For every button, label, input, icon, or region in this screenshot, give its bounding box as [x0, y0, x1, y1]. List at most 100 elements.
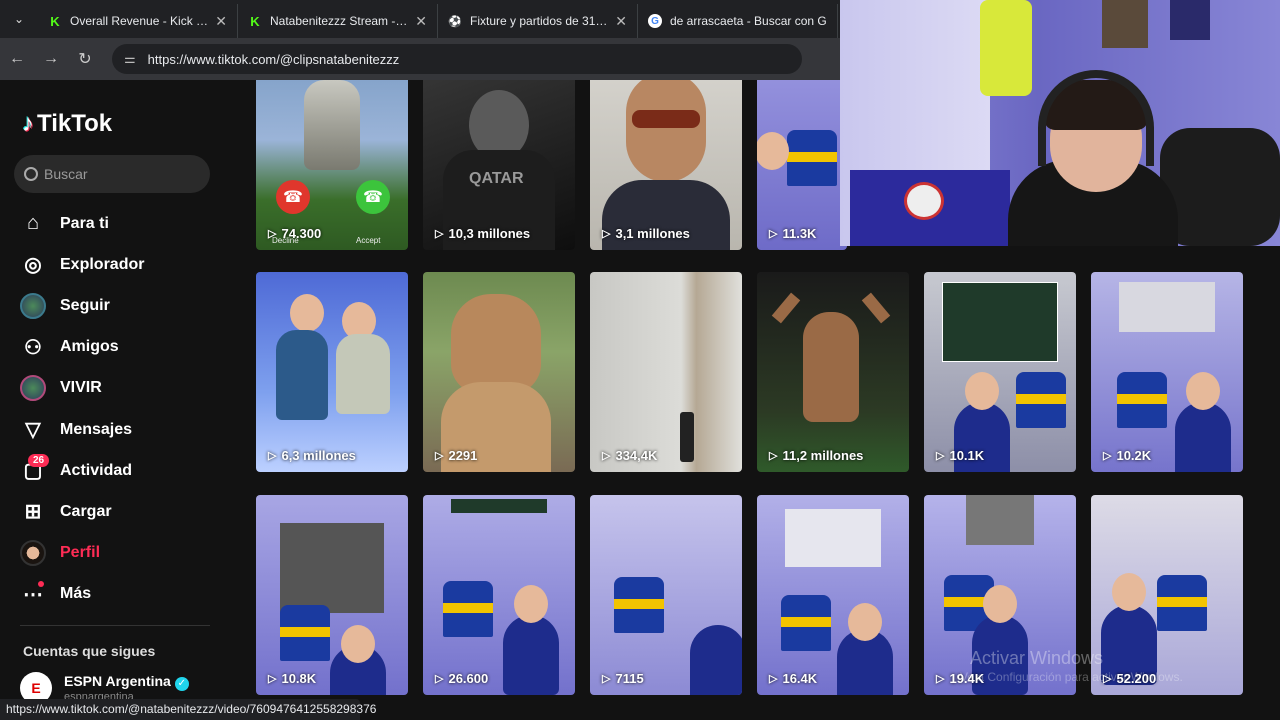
activity-badge: 26	[28, 453, 50, 467]
accept-call-icon: ☎	[356, 180, 390, 214]
view-count: ▷ 11,2 millones	[769, 448, 864, 463]
hanging-jersey	[980, 0, 1032, 96]
view-count: ▷ 10.2K	[1103, 448, 1152, 463]
play-icon: ▷	[936, 450, 945, 462]
compass-icon: ◎	[24, 254, 42, 277]
search-placeholder: Buscar	[44, 166, 88, 182]
tab-title: Fixture y partidos de 31-03-	[470, 14, 610, 28]
sidebar-item-vivir[interactable]: VIVIR	[18, 368, 228, 409]
play-icon: ▷	[936, 673, 945, 685]
play-icon: ▷	[602, 673, 611, 685]
video-card[interactable]: ▷ 10.1K	[924, 272, 1076, 472]
tab-search-menu-button[interactable]: ⌄	[0, 0, 38, 38]
sidebar-item-seguir[interactable]: Seguir	[18, 285, 228, 326]
dog-head	[451, 294, 541, 394]
sidebar-item-label: Más	[60, 585, 92, 603]
windows-watermark-title: Activar Windows	[970, 648, 1104, 668]
video-card[interactable]: ▷ 11.3K	[757, 80, 847, 250]
person-jacket	[276, 330, 328, 420]
following-header: Cuentas que sigues	[23, 643, 156, 659]
trophy-image	[304, 80, 360, 170]
profile-avatar-icon	[18, 538, 48, 568]
sidebar-item-perfil[interactable]: Perfil	[18, 533, 228, 574]
browser-tab-0[interactable]: K Overall Revenue - Kick Dash ✕	[38, 4, 238, 38]
sidebar-item-amigos[interactable]: ⚇ Amigos	[18, 327, 228, 368]
gaming-chair	[1160, 128, 1280, 246]
sidebar-item-label: Actividad	[60, 461, 133, 479]
video-card[interactable]: ▷ 52.200	[1091, 495, 1243, 695]
close-tab-icon[interactable]: ✕	[615, 13, 627, 30]
player-photo	[280, 523, 384, 613]
reload-icon[interactable]: ↻	[68, 49, 102, 69]
play-icon: ▷	[435, 228, 444, 240]
sidebar-item-para-ti[interactable]: ⌂ Para ti	[18, 203, 228, 244]
following-avatar-icon	[18, 291, 48, 321]
play-icon: ▷	[268, 228, 277, 240]
browser-tab-1[interactable]: K Natabenitezzz Stream - Wat ✕	[238, 4, 438, 38]
video-card[interactable]: ▷ 11,2 millones	[757, 272, 909, 472]
search-icon	[24, 167, 38, 181]
forward-arrow-icon[interactable]: →	[34, 50, 68, 68]
activity-icon: ▢ 26	[18, 453, 50, 486]
wall-frame	[1102, 0, 1148, 48]
play-icon: ▷	[769, 673, 778, 685]
google-favicon-icon: G	[648, 14, 662, 28]
upload-icon: ⊞	[24, 501, 42, 524]
search-input[interactable]: Buscar	[14, 155, 210, 193]
webcam-overlay	[840, 0, 1280, 246]
browser-tab-3[interactable]: G de arrascaeta - Buscar con G	[638, 4, 838, 38]
back-arrow-icon[interactable]: ←	[0, 50, 34, 68]
play-icon: ▷	[602, 228, 611, 240]
sidebar-item-explorador[interactable]: ◎ Explorador	[18, 244, 228, 285]
kick-favicon-icon: K	[50, 13, 60, 29]
sunglasses	[632, 110, 700, 128]
play-icon: ▷	[268, 673, 277, 685]
tiktok-sidebar: ♪ TikTok Buscar ⌂ Para ti ◎ Explorador S…	[0, 80, 240, 720]
kick-favicon-icon: K	[250, 13, 260, 29]
sidebar-item-cargar[interactable]: ⊞ Cargar	[18, 491, 228, 532]
play-icon: ▷	[268, 450, 277, 462]
view-count: ▷ 74.300	[268, 226, 322, 241]
site-settings-icon[interactable]: ⚌	[124, 51, 136, 67]
home-icon: ⌂	[26, 212, 40, 235]
standings-table-image	[942, 282, 1058, 362]
sidebar-item-label: Cargar	[60, 502, 112, 520]
video-card[interactable]: ▷ 3,1 millones	[590, 80, 742, 250]
tab-title: Natabenitezzz Stream - Wat	[270, 14, 410, 28]
windows-watermark-subtitle: Ve a Configuración para activar Windows.	[960, 670, 1183, 684]
play-icon: ▷	[769, 228, 778, 240]
video-card[interactable]: ▷ 6,3 millones	[256, 272, 408, 472]
video-card[interactable]: ▷ 26.600	[423, 495, 575, 695]
sidebar-divider	[20, 625, 210, 626]
sidebar-item-mas[interactable]: ⋯ Más	[18, 574, 228, 615]
video-card[interactable]: ▷ 7115	[590, 495, 742, 695]
soccer-favicon-icon: ⚽	[448, 15, 462, 28]
tiktok-logo[interactable]: ♪ TikTok	[22, 110, 112, 138]
sidebar-item-mensajes[interactable]: ▽ Mensajes	[18, 409, 228, 450]
video-card[interactable]: ▷ 16.4K	[757, 495, 909, 695]
video-card[interactable]: ☎ ☎ Decline Accept ▷ 74.300	[256, 80, 408, 250]
sidebar-item-actividad[interactable]: ▢ 26 Actividad	[18, 450, 228, 491]
video-card[interactable]: QATAR ▷ 10,3 millones	[423, 80, 575, 250]
address-bar[interactable]: ⚌ https://www.tiktok.com/@clipsnatabenit…	[112, 44, 802, 74]
match-score-image	[1119, 282, 1215, 332]
friends-icon: ⚇	[24, 336, 42, 359]
video-card[interactable]: ▷ 2291	[423, 272, 575, 472]
video-card[interactable]: ▷ 10.8K	[256, 495, 408, 695]
url-text: https://www.tiktok.com/@clipsnatabenitez…	[147, 51, 400, 67]
tiktok-note-icon: ♪	[22, 110, 34, 137]
sponsor-text: QATAR	[469, 170, 524, 187]
sidebar-item-label: Explorador	[60, 255, 145, 273]
coach-photo	[966, 495, 1034, 545]
video-card[interactable]: ▷ 10.2K	[1091, 272, 1243, 472]
sidebar-menu: ⌂ Para ti ◎ Explorador Seguir ⚇ Amigos V…	[18, 203, 228, 615]
view-count: ▷ 26.600	[435, 671, 489, 686]
close-tab-icon[interactable]: ✕	[415, 13, 427, 30]
decline-call-icon: ☎	[276, 180, 310, 214]
browser-tab-2[interactable]: ⚽ Fixture y partidos de 31-03- ✕	[438, 4, 638, 38]
sidebar-item-label: VIVIR	[60, 379, 102, 397]
close-tab-icon[interactable]: ✕	[215, 13, 227, 30]
view-count: ▷ 10.8K	[268, 671, 317, 686]
score-banner	[451, 499, 547, 513]
video-card[interactable]: ▷ 334,4K	[590, 272, 742, 472]
